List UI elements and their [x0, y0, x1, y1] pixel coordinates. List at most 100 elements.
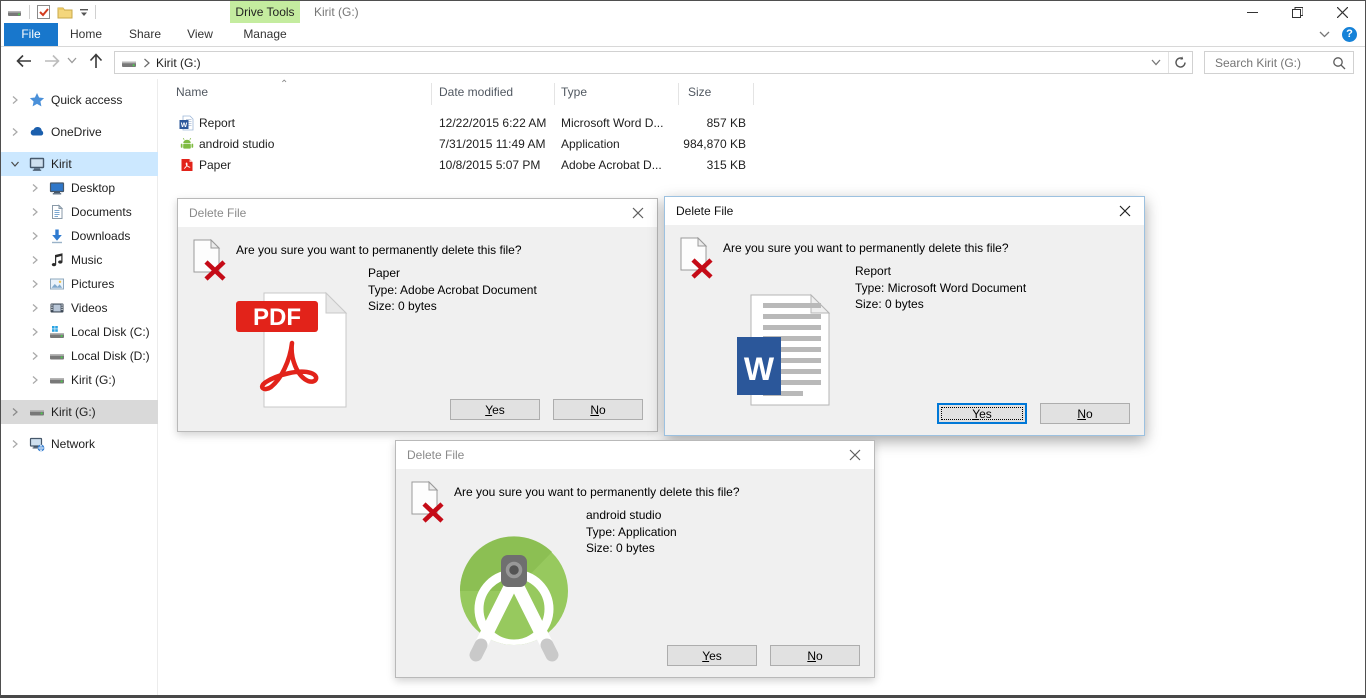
recent-locations-icon[interactable] [67, 57, 77, 64]
file-info-size: Size: 0 bytes [855, 297, 924, 311]
no-button[interactable]: No [553, 399, 643, 420]
file-row-android-studio[interactable]: android studio 7/31/2015 11:49 AM Applic… [158, 134, 758, 155]
delete-file-icon [193, 239, 226, 281]
sort-ascending-icon[interactable]: ⌃ [280, 79, 288, 90]
tab-share[interactable]: Share [121, 23, 169, 46]
restore-button[interactable] [1275, 1, 1320, 23]
column-separator[interactable] [431, 83, 432, 105]
column-header-name[interactable]: Name [176, 85, 208, 107]
breadcrumb-item[interactable]: Kirit (G:) [156, 56, 201, 70]
dialog-buttons: Yes No [937, 403, 1130, 424]
column-separator[interactable] [554, 83, 555, 105]
new-folder-icon[interactable] [57, 5, 73, 19]
chevron-right-icon[interactable] [9, 438, 21, 450]
column-separator[interactable] [678, 83, 679, 105]
properties-icon[interactable] [36, 4, 51, 20]
delete-file-icon [411, 481, 444, 523]
separator [29, 5, 30, 19]
minimize-button[interactable] [1230, 1, 1275, 23]
sidebar-item-music[interactable]: Music [1, 248, 158, 272]
sidebar-item-kirit-g-sub[interactable]: Kirit (G:) [1, 368, 158, 392]
close-button[interactable] [1320, 1, 1365, 23]
search-icon[interactable] [1332, 56, 1346, 70]
close-icon[interactable] [849, 449, 861, 461]
chevron-right-icon[interactable] [9, 126, 21, 138]
onedrive-cloud-icon [30, 127, 44, 136]
word-document-icon: W [737, 293, 831, 406]
sidebar-item-desktop[interactable]: Desktop [1, 176, 158, 200]
navigation-pane: Quick access OneDrive Kirit Desktop Docu… [1, 79, 158, 695]
forward-icon[interactable] [43, 52, 61, 70]
no-button[interactable]: No [1040, 403, 1130, 424]
dialog-title-bar[interactable]: Delete File [396, 441, 874, 469]
file-name[interactable]: Report [199, 116, 235, 130]
tab-manage[interactable]: Manage [232, 23, 298, 46]
tab-file[interactable]: File [4, 23, 58, 46]
close-icon[interactable] [1119, 205, 1131, 217]
file-name[interactable]: android studio [199, 137, 274, 151]
yes-button[interactable]: Yes [667, 645, 757, 666]
dialog-body: Are you sure you want to permanently del… [665, 225, 1144, 435]
sidebar-item-pictures[interactable]: Pictures [1, 272, 158, 296]
sidebar-item-local-disk-d[interactable]: Local Disk (D:) [1, 344, 158, 368]
column-header-date-modified[interactable]: Date modified [439, 85, 513, 107]
sidebar-item-documents[interactable]: Documents [1, 200, 158, 224]
column-separator[interactable] [753, 83, 754, 105]
chevron-right-icon[interactable] [29, 302, 41, 314]
no-button[interactable]: No [770, 645, 860, 666]
android-app-icon [180, 137, 194, 149]
file-info: Report Type: Microsoft Word Document Siz… [855, 263, 1026, 313]
address-dropdown-icon[interactable] [1144, 52, 1168, 73]
sidebar-item-label: Documents [71, 205, 132, 219]
tab-home[interactable]: Home [63, 23, 109, 46]
breadcrumb: Kirit (G:) [115, 55, 1144, 71]
chevron-down-icon[interactable] [9, 158, 21, 170]
chevron-right-icon[interactable] [29, 206, 41, 218]
tab-view[interactable]: View [177, 23, 223, 46]
chevron-right-icon[interactable] [29, 326, 41, 338]
yes-button[interactable]: Yes [450, 399, 540, 420]
file-info-type: Type: Adobe Acrobat Document [368, 282, 537, 297]
file-size: 857 KB [706, 116, 746, 130]
refresh-icon[interactable] [1168, 52, 1192, 73]
word-file-icon: w [179, 115, 194, 131]
dialog-title-bar[interactable]: Delete File [178, 199, 657, 227]
file-row-report[interactable]: w Report 12/22/2015 6:22 AM Microsoft Wo… [158, 113, 758, 134]
drive-icon [50, 354, 64, 360]
chevron-right-icon[interactable] [29, 254, 41, 266]
column-header-type[interactable]: Type [561, 85, 587, 107]
customize-toolbar-icon[interactable] [79, 7, 89, 17]
help-icon[interactable]: ? [1342, 27, 1357, 42]
search-box [1204, 51, 1354, 74]
close-icon[interactable] [632, 207, 644, 219]
chevron-right-icon[interactable] [29, 278, 41, 290]
search-input[interactable] [1205, 52, 1329, 73]
chevron-right-icon[interactable] [29, 350, 41, 362]
file-name[interactable]: Paper [199, 158, 231, 172]
sidebar-item-network[interactable]: Network [1, 432, 158, 456]
up-icon[interactable] [87, 52, 105, 70]
back-icon[interactable] [15, 52, 33, 70]
sidebar-item-label: Kirit (G:) [51, 405, 96, 419]
address-bar[interactable]: Kirit (G:) [114, 51, 1193, 74]
delete-file-dialog-android-studio: Delete File Are you sure you want to per… [395, 440, 875, 678]
file-row-paper[interactable]: Paper 10/8/2015 5:07 PM Adobe Acrobat D.… [158, 155, 758, 176]
minimize-ribbon-icon[interactable] [1319, 31, 1330, 38]
yes-button[interactable]: Yes [937, 403, 1027, 424]
chevron-right-icon[interactable] [29, 230, 41, 242]
sidebar-item-onedrive[interactable]: OneDrive [1, 120, 158, 144]
network-icon [29, 437, 45, 452]
sidebar-item-downloads[interactable]: Downloads [1, 224, 158, 248]
chevron-right-icon[interactable] [9, 406, 21, 418]
sidebar-item-quick-access[interactable]: Quick access [1, 88, 158, 112]
chevron-right-icon[interactable] [9, 94, 21, 106]
dialog-title: Delete File [676, 204, 734, 218]
dialog-title-bar[interactable]: Delete File [665, 197, 1144, 225]
column-header-size[interactable]: Size [688, 85, 711, 107]
sidebar-item-kirit-thispc[interactable]: Kirit [1, 152, 158, 176]
sidebar-item-kirit-g[interactable]: Kirit (G:) [1, 400, 158, 424]
sidebar-item-local-disk-c[interactable]: Local Disk (C:) [1, 320, 158, 344]
chevron-right-icon[interactable] [29, 374, 41, 386]
sidebar-item-videos[interactable]: Videos [1, 296, 158, 320]
chevron-right-icon[interactable] [29, 182, 41, 194]
